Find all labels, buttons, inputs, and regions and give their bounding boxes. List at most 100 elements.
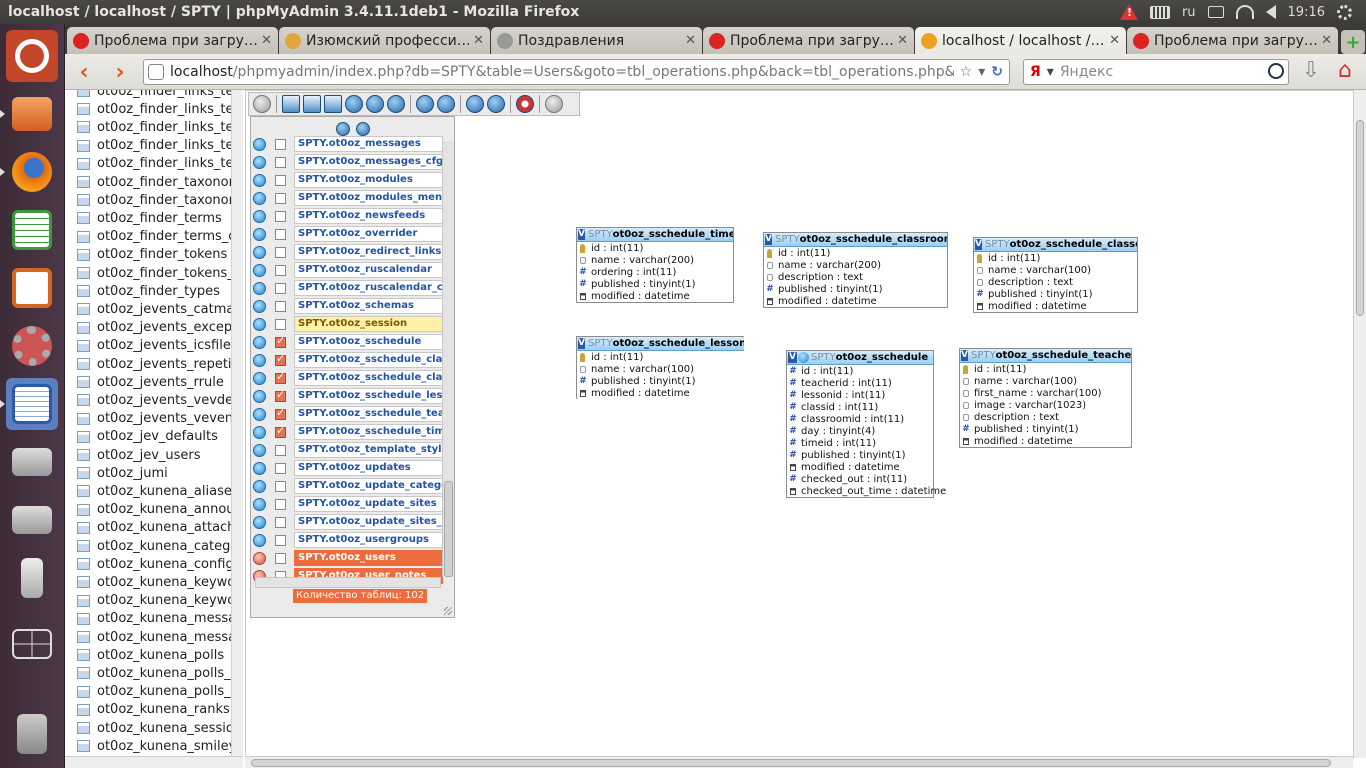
search-engine-dropdown-icon[interactable]: ▾: [1047, 64, 1054, 80]
designer-table-name[interactable]: SPTY.ot0oz_sschedule_classroo: [294, 370, 443, 386]
disk1-launcher[interactable]: [6, 436, 58, 488]
table-list-item[interactable]: ot0oz_finder_links_term: [65, 155, 243, 173]
toggle-table-icon[interactable]: [253, 227, 266, 241]
table-visibility-checkbox[interactable]: [275, 498, 286, 510]
schema-column[interactable]: # published : tinyint(1): [764, 283, 947, 295]
schema-column[interactable]: first_name : varchar(100): [960, 387, 1131, 399]
toggle-table-icon[interactable]: [253, 461, 266, 475]
page-vertical-scrollbar[interactable]: [1353, 90, 1366, 758]
table-list-item[interactable]: ot0oz_kunena_configu: [65, 555, 243, 573]
search-box[interactable]: Я ▾ Яндекс: [1023, 59, 1289, 85]
table-visibility-checkbox[interactable]: [275, 300, 286, 312]
designer-table-row[interactable]: SPTY.ot0oz_redirect_links: [251, 243, 443, 261]
table-list-item[interactable]: ot0oz_kunena_announc: [65, 501, 243, 519]
toggle-table-icon[interactable]: [253, 155, 266, 169]
designer-table-name[interactable]: SPTY.ot0oz_updates: [294, 460, 443, 476]
bookmark-star-icon[interactable]: ☆: [960, 64, 973, 80]
build-query-icon[interactable]: [545, 95, 563, 113]
home-icon[interactable]: ⌂: [1333, 60, 1357, 84]
table-visibility-checkbox[interactable]: [275, 424, 286, 438]
schema-column[interactable]: # lessonid : int(11): [787, 389, 933, 401]
table-visibility-checkbox[interactable]: [275, 318, 286, 330]
schema-column[interactable]: name : varchar(100): [960, 375, 1131, 387]
browser-tab[interactable]: Проблема при загру… ✕: [67, 27, 278, 54]
schema-table-header[interactable]: V SPTY ot0oz_sschedule_teachers: [960, 349, 1131, 363]
table-list-item[interactable]: ot0oz_finder_links_term: [65, 90, 243, 100]
table-list-item[interactable]: ot0oz_finder_tokens_agg: [65, 264, 243, 282]
designer-table-name[interactable]: SPTY.ot0oz_schemas: [294, 298, 443, 314]
table-visibility-checkbox[interactable]: [275, 264, 286, 276]
schema-column[interactable]: # id : int(11): [787, 365, 933, 377]
toggle-table-icon[interactable]: [253, 299, 266, 313]
close-icon[interactable]: ✕: [473, 33, 484, 48]
schema-column[interactable]: description : text: [974, 276, 1137, 288]
designer-table-row[interactable]: SPTY.ot0oz_sschedule_classroo: [251, 369, 443, 387]
designer-table-name[interactable]: SPTY.ot0oz_redirect_links: [294, 244, 443, 260]
designer-table-name[interactable]: SPTY.ot0oz_usergroups: [294, 532, 443, 548]
schema-column[interactable]: checked_out_time : datetime: [787, 485, 946, 497]
table-list-item[interactable]: ot0oz_finder_links_term: [65, 100, 243, 118]
schema-table-header[interactable]: V SPTY ot0oz_sschedule: [787, 351, 933, 365]
table-list-item[interactable]: ot0oz_kunena_keyword: [65, 573, 243, 591]
schema-column[interactable]: # published : tinyint(1): [577, 278, 733, 290]
designer-table-name[interactable]: SPTY.ot0oz_ruscalendar_catego: [294, 280, 443, 296]
schema-table-header[interactable]: V SPTY ot0oz_sschedule_lessons: [577, 337, 744, 351]
left-list-hscrollbar[interactable]: [65, 756, 243, 768]
toggle-table-icon[interactable]: [253, 353, 266, 367]
schema-column[interactable]: modified : datetime: [787, 461, 933, 473]
scrollbar-thumb[interactable]: [444, 481, 453, 577]
toggle-columns-icon[interactable]: V: [788, 352, 797, 363]
table-list-item[interactable]: ot0oz_kunena_sessions: [65, 719, 243, 737]
toggle-table-icon[interactable]: [253, 245, 266, 259]
table-list-item[interactable]: ot0oz_kunena_attachm: [65, 519, 243, 537]
volume-icon[interactable]: [1265, 5, 1276, 19]
ubuntu-logo-button[interactable]: [6, 30, 58, 82]
left-list-scrollbar[interactable]: [231, 90, 243, 758]
designer-table-row[interactable]: SPTY.ot0oz_messages_cfg: [251, 153, 443, 171]
schema-column[interactable]: # timeid : int(11): [787, 437, 933, 449]
table-list-item[interactable]: ot0oz_jev_users: [65, 446, 243, 464]
close-icon[interactable]: ✕: [261, 33, 272, 48]
designer-table-name[interactable]: SPTY.ot0oz_sschedule_times: [294, 424, 443, 440]
create-table-icon[interactable]: [303, 95, 321, 113]
url-bar[interactable]: localhost/phpmyadmin/index.php?db=SPTY&t…: [143, 59, 1010, 85]
schema-column[interactable]: # published : tinyint(1): [960, 423, 1131, 435]
designer-table-name[interactable]: SPTY.ot0oz_modules: [294, 172, 443, 188]
designer-table-name[interactable]: SPTY.ot0oz_sschedule_teachers: [294, 406, 443, 422]
table-list-item[interactable]: ot0oz_kunena_polls_op: [65, 664, 243, 682]
designer-table-row[interactable]: SPTY.ot0oz_session: [251, 315, 443, 333]
designer-table-name[interactable]: SPTY.ot0oz_sschedule_lessons: [294, 388, 443, 404]
toggle-table-icon[interactable]: [253, 551, 266, 565]
table-visibility-checkbox[interactable]: [275, 210, 286, 222]
schema-column[interactable]: # classroomid : int(11): [787, 413, 933, 425]
table-visibility-checkbox[interactable]: [275, 516, 286, 528]
close-icon[interactable]: ✕: [1321, 33, 1332, 48]
table-list-item[interactable]: ot0oz_jevents_vevent: [65, 410, 243, 428]
schema-column[interactable]: modified : datetime: [764, 295, 947, 307]
yandex-logo-icon[interactable]: Я: [1030, 64, 1041, 80]
table-list-item[interactable]: ot0oz_kunena_aliases: [65, 482, 243, 500]
table-visibility-checkbox[interactable]: [275, 156, 286, 168]
create-relation-icon[interactable]: [324, 95, 342, 113]
schema-column[interactable]: name : varchar(200): [577, 254, 733, 266]
toggle-table-icon[interactable]: [253, 335, 266, 349]
reload-icon[interactable]: [345, 95, 363, 113]
calc-launcher[interactable]: [6, 204, 58, 256]
designer-table-row[interactable]: SPTY.ot0oz_sschedule_teachers: [251, 405, 443, 423]
schema-column[interactable]: name : varchar(100): [974, 264, 1137, 276]
designer-table-row[interactable]: SPTY.ot0oz_ruscalendar: [251, 261, 443, 279]
designer-table-row[interactable]: SPTY.ot0oz_updates: [251, 459, 443, 477]
keyboard-icon[interactable]: [1149, 5, 1170, 19]
designer-table-row[interactable]: SPTY.ot0oz_modules_menu: [251, 189, 443, 207]
designer-table-row[interactable]: SPTY.ot0oz_modules: [251, 171, 443, 189]
scrollbar-thumb[interactable]: [1356, 120, 1364, 316]
scrollbar-thumb[interactable]: [251, 759, 1331, 767]
toggle-table-icon[interactable]: [253, 479, 266, 493]
toggle-table-icon[interactable]: [253, 371, 266, 385]
table-visibility-checkbox[interactable]: [275, 534, 286, 546]
table-visibility-checkbox[interactable]: [275, 192, 286, 204]
keyboard-layout[interactable]: ru: [1182, 5, 1196, 20]
designer-table-row[interactable]: SPTY.ot0oz_sschedule: [251, 333, 443, 351]
clock[interactable]: 19:16: [1288, 5, 1325, 20]
gear-icon[interactable]: [1337, 4, 1352, 20]
